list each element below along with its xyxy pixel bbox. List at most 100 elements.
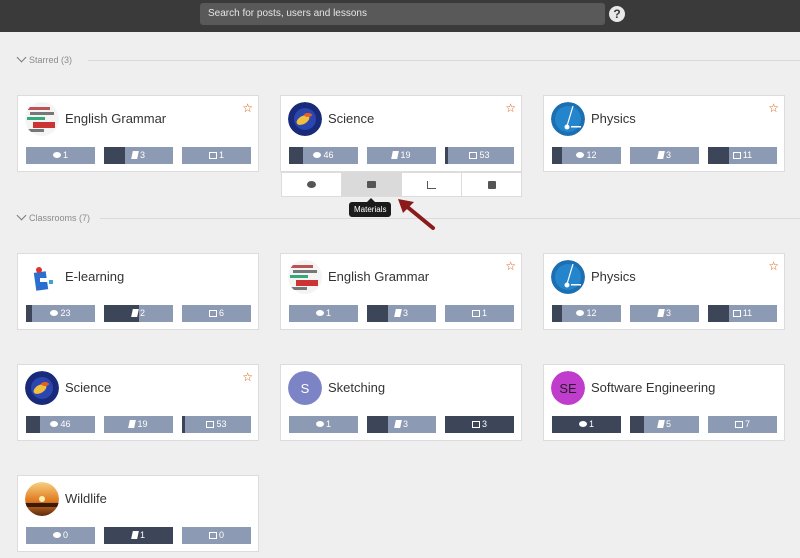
stat-label: 1 [131, 530, 145, 540]
materials-stat-button[interactable]: 5 [630, 416, 699, 433]
stat-label: 3 [394, 308, 408, 318]
course-avatar[interactable]: S [288, 371, 322, 405]
chat-icon [315, 421, 324, 427]
course-card[interactable]: Physics ☆ 12 3 11 [543, 95, 785, 172]
assignments-stat-button[interactable]: 53 [182, 416, 251, 433]
stat-value: 3 [665, 308, 671, 318]
course-avatar[interactable]: SE [551, 371, 585, 405]
materials-stat-button[interactable]: 19 [367, 147, 436, 164]
tab-comments[interactable] [282, 173, 342, 196]
assignments-stat-button[interactable]: 11 [708, 305, 777, 322]
assignments-stat-button[interactable]: 1 [445, 305, 514, 322]
stat-label: 19 [391, 150, 411, 160]
materials-stat-button[interactable]: 3 [630, 147, 699, 164]
stat-fill [552, 305, 563, 322]
posts-stat-button[interactable]: 46 [289, 147, 358, 164]
materials-stat-button[interactable]: 3 [630, 305, 699, 322]
course-stats: 0 1 0 [26, 527, 252, 544]
posts-stat-button[interactable]: 0 [26, 527, 95, 544]
posts-stat-button[interactable]: 1 [26, 147, 95, 164]
star-icon[interactable]: ☆ [505, 102, 516, 114]
stat-value: 1 [481, 308, 487, 318]
course-action-tabs [281, 172, 522, 197]
star-icon[interactable]: ☆ [768, 260, 779, 272]
course-avatar[interactable] [551, 260, 585, 294]
star-icon[interactable]: ☆ [242, 102, 253, 114]
starred-section-header[interactable]: Starred (3) [8, 52, 800, 67]
course-avatar[interactable] [288, 102, 322, 136]
course-card[interactable]: Science ☆ 46 19 53 [280, 95, 522, 172]
materials-stat-button[interactable]: 19 [104, 416, 173, 433]
course-avatar[interactable] [25, 102, 59, 136]
search-input[interactable]: Search for posts, users and lessons [200, 3, 605, 25]
stat-label: 3 [131, 150, 145, 160]
course-card[interactable]: E-learning 23 2 6 [17, 253, 259, 330]
assignments-stat-button[interactable]: 6 [182, 305, 251, 322]
course-card[interactable]: SE Software Engineering 1 5 7 [543, 364, 785, 441]
posts-stat-button[interactable]: 1 [289, 305, 358, 322]
list-icon [208, 310, 217, 317]
tab-materials[interactable] [342, 173, 402, 196]
course-title[interactable]: Physics [591, 269, 636, 284]
course-title[interactable]: Software Engineering [591, 380, 715, 395]
stat-fill [630, 416, 644, 433]
materials-stat-button[interactable]: 3 [367, 305, 436, 322]
stat-fill [104, 147, 125, 164]
book-icon [657, 420, 665, 428]
course-card[interactable]: English Grammar ☆ 1 3 1 [17, 95, 259, 172]
posts-stat-button[interactable]: 46 [26, 416, 95, 433]
top-bar: Search for posts, users and lessons ? [0, 0, 800, 32]
materials-stat-button[interactable]: 3 [104, 147, 173, 164]
course-avatar[interactable] [551, 102, 585, 136]
posts-stat-button[interactable]: 12 [552, 147, 621, 164]
assignments-stat-button[interactable]: 53 [445, 147, 514, 164]
posts-stat-button[interactable]: 12 [552, 305, 621, 322]
classrooms-section-title[interactable]: Classrooms (7) [16, 210, 90, 225]
tab-reports[interactable] [402, 173, 462, 196]
stat-value: 0 [62, 530, 68, 540]
materials-stat-button[interactable]: 2 [104, 305, 173, 322]
stat-label: 1 [471, 308, 487, 318]
assignments-stat-button[interactable]: 7 [708, 416, 777, 433]
course-avatar[interactable] [288, 260, 322, 294]
course-title[interactable]: Wildlife [65, 491, 107, 506]
course-title[interactable]: Science [65, 380, 111, 395]
star-icon[interactable]: ☆ [768, 102, 779, 114]
materials-stat-button[interactable]: 1 [104, 527, 173, 544]
tab-assignments[interactable] [462, 173, 522, 196]
stat-label: 11 [732, 308, 752, 318]
course-card[interactable]: S Sketching 1 3 3 [280, 364, 522, 441]
materials-stat-button[interactable]: 3 [367, 416, 436, 433]
course-avatar[interactable] [25, 260, 59, 294]
course-stats: 1 3 3 [289, 416, 515, 433]
course-title[interactable]: Sketching [328, 380, 385, 395]
course-card[interactable]: Wildlife 0 1 0 [17, 475, 259, 552]
course-title[interactable]: E-learning [65, 269, 124, 284]
chevron-down-icon [16, 52, 27, 63]
course-avatar[interactable] [25, 482, 59, 516]
assignments-stat-button[interactable]: 3 [445, 416, 514, 433]
chevron-down-icon [16, 210, 27, 221]
stat-value: 23 [60, 308, 71, 318]
assignments-stat-button[interactable]: 11 [708, 147, 777, 164]
course-card[interactable]: English Grammar ☆ 1 3 1 [280, 253, 522, 330]
list-icon [206, 421, 215, 428]
posts-stat-button[interactable]: 1 [289, 416, 358, 433]
star-icon[interactable]: ☆ [242, 371, 253, 383]
stat-fill [445, 147, 448, 164]
course-card[interactable]: Science ☆ 46 19 53 [17, 364, 259, 441]
assignments-stat-button[interactable]: 1 [182, 147, 251, 164]
course-title[interactable]: Science [328, 111, 374, 126]
posts-stat-button[interactable]: 1 [552, 416, 621, 433]
course-title[interactable]: English Grammar [65, 111, 166, 126]
course-card[interactable]: Physics ☆ 12 3 11 [543, 253, 785, 330]
course-title[interactable]: Physics [591, 111, 636, 126]
course-title[interactable]: English Grammar [328, 269, 429, 284]
star-icon[interactable]: ☆ [505, 260, 516, 272]
posts-stat-button[interactable]: 23 [26, 305, 95, 322]
starred-section-title[interactable]: Starred (3) [16, 52, 72, 67]
folder-icon [367, 181, 376, 189]
help-icon[interactable]: ? [609, 6, 625, 22]
assignments-stat-button[interactable]: 0 [182, 527, 251, 544]
course-avatar[interactable] [25, 371, 59, 405]
